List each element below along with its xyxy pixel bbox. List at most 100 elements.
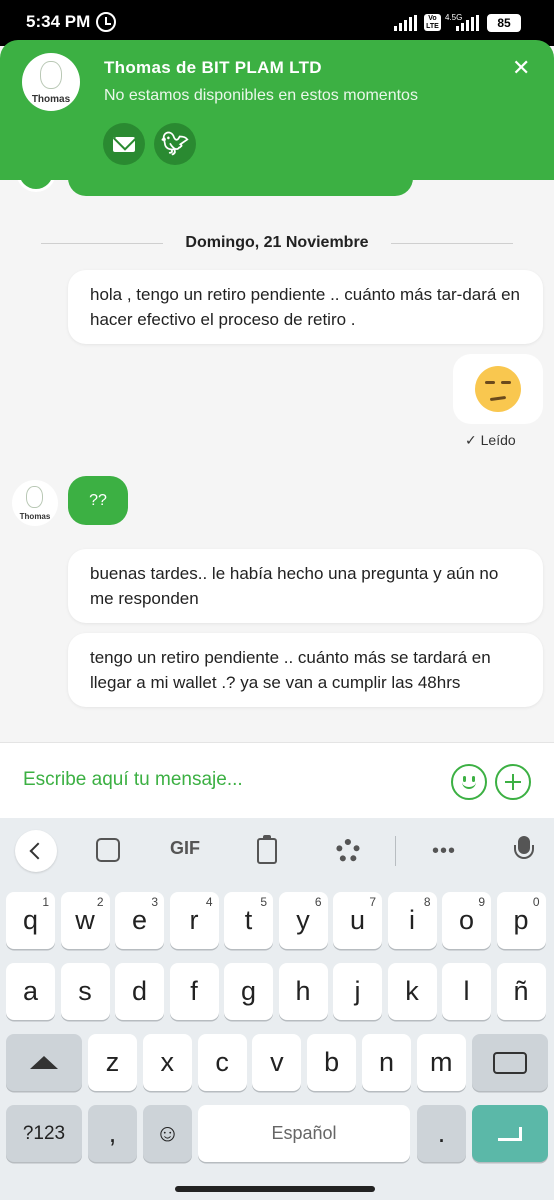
gear-icon[interactable] bbox=[336, 839, 360, 863]
comma-key[interactable]: , bbox=[88, 1105, 137, 1162]
key-f[interactable]: f bbox=[169, 963, 219, 1020]
twitter-button[interactable]: 🐦︎ bbox=[154, 123, 196, 165]
key-label: p bbox=[513, 905, 529, 935]
message-bubble[interactable]: hola , tengo un retiro pendiente .. cuán… bbox=[68, 270, 543, 344]
clipboard-icon[interactable] bbox=[257, 835, 277, 864]
header-subtitle: No estamos disponibles en estos momentos bbox=[104, 87, 418, 104]
sticker-icon[interactable] bbox=[96, 838, 120, 862]
emoji-mouth bbox=[489, 395, 507, 402]
key-o[interactable]: o9 bbox=[442, 892, 491, 949]
key-hint: 9 bbox=[478, 895, 485, 909]
symbols-key[interactable]: ?123 bbox=[6, 1105, 82, 1162]
backspace-key[interactable] bbox=[472, 1034, 548, 1091]
agent-avatar: Thomas bbox=[22, 53, 80, 111]
key-x[interactable]: x bbox=[142, 1034, 192, 1091]
space-key[interactable]: Español bbox=[198, 1105, 410, 1162]
attach-button[interactable] bbox=[495, 764, 531, 800]
signal-icon-2 bbox=[456, 15, 479, 31]
toolbar-divider bbox=[395, 836, 396, 866]
avatar-label: Thomas bbox=[31, 94, 71, 105]
key-d[interactable]: d bbox=[115, 963, 164, 1020]
enter-icon bbox=[498, 1126, 522, 1141]
message-bubble[interactable]: tengo un retiro pendiente .. cuánto más … bbox=[68, 633, 543, 707]
key-label: t bbox=[244, 905, 253, 935]
emoji-eye bbox=[501, 381, 511, 384]
message-bubble[interactable]: buenas tardes.. le había hecho una pregu… bbox=[68, 549, 543, 623]
alarm-icon bbox=[96, 12, 116, 32]
message-composer: Escribe aquí tu mensaje... bbox=[0, 742, 554, 818]
key-hint: 6 bbox=[314, 895, 322, 909]
chevron-left-icon[interactable] bbox=[15, 830, 57, 872]
key-z[interactable]: z bbox=[88, 1034, 137, 1091]
shift-key[interactable] bbox=[6, 1034, 82, 1091]
key-e[interactable]: e3 bbox=[115, 892, 164, 949]
emoji-message-bubble[interactable] bbox=[453, 354, 543, 424]
battery-indicator: 85 bbox=[487, 14, 521, 32]
avatar-portrait bbox=[40, 61, 62, 89]
shift-icon bbox=[30, 1056, 58, 1069]
key-hint: 1 bbox=[42, 895, 49, 909]
key-label: q bbox=[22, 905, 39, 935]
key-ñ[interactable]: ñ bbox=[496, 963, 546, 1020]
key-p[interactable]: p0 bbox=[496, 892, 546, 949]
chat-header: Thomas Thomas de BIT PLAM LTD No estamos… bbox=[0, 40, 554, 180]
key-v[interactable]: v bbox=[252, 1034, 302, 1091]
smile-icon: ☺ bbox=[155, 1119, 180, 1147]
key-l[interactable]: l bbox=[442, 963, 491, 1020]
key-g[interactable]: g bbox=[224, 963, 273, 1020]
key-hint: 3 bbox=[151, 895, 158, 909]
smile-icon bbox=[462, 781, 476, 789]
key-label: i bbox=[409, 905, 415, 935]
keyboard-toolbar: GIF ••• bbox=[0, 818, 554, 884]
emoji-button[interactable] bbox=[451, 764, 487, 800]
key-hint: 8 bbox=[423, 895, 431, 909]
emoji-key[interactable]: ☺ bbox=[143, 1105, 192, 1162]
key-k[interactable]: k bbox=[387, 963, 437, 1020]
backspace-icon bbox=[493, 1051, 527, 1074]
read-receipt: ✓ Leído bbox=[465, 432, 516, 448]
key-c[interactable]: c bbox=[197, 1034, 247, 1091]
key-b[interactable]: b bbox=[307, 1034, 357, 1091]
key-label: u bbox=[349, 905, 366, 935]
key-label: y bbox=[296, 905, 310, 935]
agent-message-avatar: Thomas bbox=[12, 480, 58, 526]
key-y[interactable]: y6 bbox=[278, 892, 328, 949]
key-u[interactable]: u7 bbox=[333, 892, 382, 949]
key-q[interactable]: q1 bbox=[6, 892, 55, 949]
status-time: 5:34 PM bbox=[26, 12, 91, 31]
key-w[interactable]: w2 bbox=[60, 892, 110, 949]
key-hint: 4 bbox=[205, 895, 213, 909]
key-label: o bbox=[458, 905, 475, 935]
date-label: Domingo, 21 Noviembre bbox=[185, 234, 369, 251]
key-t[interactable]: t5 bbox=[224, 892, 273, 949]
key-h[interactable]: h bbox=[278, 963, 328, 1020]
signal-icon bbox=[394, 15, 417, 31]
message-input[interactable]: Escribe aquí tu mensaje... bbox=[23, 769, 243, 791]
enter-key[interactable] bbox=[472, 1105, 548, 1162]
agent-message-bubble[interactable]: ?? bbox=[68, 476, 128, 525]
key-label: r bbox=[189, 905, 199, 935]
volte-badge: Vo LTE bbox=[424, 14, 441, 31]
key-a[interactable]: a bbox=[6, 963, 55, 1020]
key-hint: 7 bbox=[369, 895, 376, 909]
key-s[interactable]: s bbox=[60, 963, 110, 1020]
close-icon[interactable]: ✕ bbox=[512, 57, 530, 79]
twitter-icon: 🐦︎ bbox=[161, 131, 189, 157]
key-n[interactable]: n bbox=[362, 1034, 411, 1091]
email-button[interactable] bbox=[103, 123, 145, 165]
key-r[interactable]: r4 bbox=[169, 892, 219, 949]
date-separator: Domingo, 21 Noviembre bbox=[41, 232, 513, 256]
emoji-eye bbox=[485, 381, 495, 384]
key-label: e bbox=[131, 905, 148, 935]
avatar-portrait bbox=[26, 486, 43, 508]
key-hint: 2 bbox=[96, 895, 104, 909]
key-m[interactable]: m bbox=[416, 1034, 466, 1091]
key-hint: 0 bbox=[532, 895, 540, 909]
microphone-icon[interactable] bbox=[514, 836, 534, 859]
period-key[interactable]: . bbox=[417, 1105, 466, 1162]
gif-button[interactable]: GIF bbox=[170, 838, 200, 859]
more-icon[interactable]: ••• bbox=[432, 840, 456, 863]
key-hint: 5 bbox=[260, 895, 267, 909]
key-i[interactable]: i8 bbox=[387, 892, 437, 949]
key-j[interactable]: j bbox=[333, 963, 382, 1020]
